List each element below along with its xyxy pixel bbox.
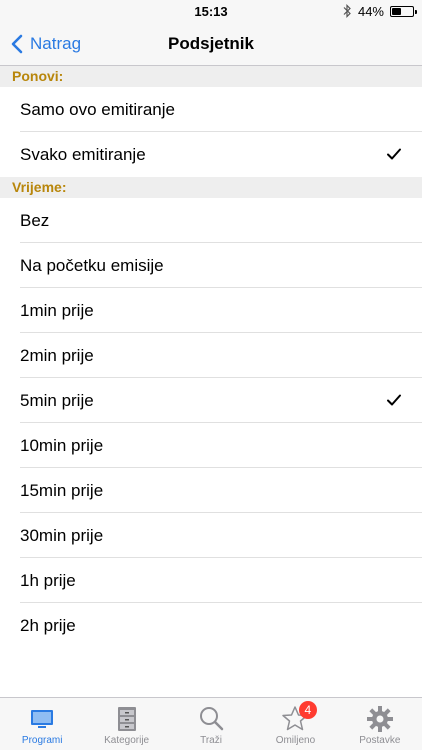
cabinet-icon bbox=[112, 704, 142, 734]
chevron-left-icon bbox=[11, 34, 23, 54]
tab-star[interactable]: Omiljeno 4 bbox=[253, 698, 337, 750]
option-label: Na početku emisije bbox=[20, 255, 164, 275]
option-label: Bez bbox=[20, 210, 50, 230]
section-header: Vrijeme: bbox=[0, 177, 422, 198]
option-label: 2h prije bbox=[20, 615, 76, 635]
back-button-label: Natrag bbox=[30, 34, 82, 53]
option-label: 2min prije bbox=[20, 345, 94, 365]
tab-search[interactable]: Traži bbox=[169, 698, 253, 750]
tv-icon bbox=[27, 704, 57, 734]
option-row[interactable]: Svako emitiranje bbox=[0, 132, 422, 177]
tab-tv[interactable]: Programi bbox=[0, 698, 84, 750]
option-row[interactable]: 10min prije bbox=[0, 423, 422, 468]
option-label: 30min prije bbox=[20, 525, 104, 545]
option-row[interactable]: Samo ovo emitiranje bbox=[0, 87, 422, 132]
option-label: 5min prije bbox=[20, 390, 94, 410]
option-row[interactable]: Na početku emisije bbox=[0, 243, 422, 288]
option-label: Svako emitiranje bbox=[20, 144, 146, 164]
option-label: Samo ovo emitiranje bbox=[20, 99, 175, 119]
option-row[interactable]: 2h prije bbox=[0, 603, 422, 648]
option-row[interactable]: 30min prije bbox=[0, 513, 422, 558]
option-row[interactable]: 15min prije bbox=[0, 468, 422, 513]
checkmark-icon bbox=[386, 392, 402, 408]
tab-label: Kategorije bbox=[104, 735, 150, 746]
option-label: 15min prije bbox=[20, 480, 104, 500]
tab-bar: Programi Kategorije Traži Omiljeno 4 Postavke bbox=[0, 697, 422, 750]
status-bar: 15:13 44% bbox=[0, 0, 422, 22]
search-icon bbox=[196, 704, 226, 734]
back-button[interactable]: Natrag bbox=[10, 32, 81, 56]
option-label: 10min prije bbox=[20, 435, 104, 455]
section-header: Ponovi: bbox=[0, 66, 422, 87]
battery-icon bbox=[390, 5, 417, 17]
tab-label: Programi bbox=[21, 735, 63, 746]
tab-label: Traži bbox=[200, 735, 222, 746]
option-label: 1h prije bbox=[20, 570, 76, 590]
tab-gear[interactable]: Postavke bbox=[338, 698, 422, 750]
option-row[interactable]: 5min prije bbox=[0, 378, 422, 423]
option-label: 1min prije bbox=[20, 300, 94, 320]
battery-percent: 44% bbox=[357, 3, 384, 19]
notification-badge: 4 bbox=[298, 701, 317, 719]
checkmark-icon bbox=[386, 146, 402, 162]
option-row[interactable]: 2min prije bbox=[0, 333, 422, 378]
status-indicators: 44% bbox=[342, 3, 417, 19]
settings-list: Ponovi: Samo ovo emitiranje Svako emitiran… bbox=[0, 66, 422, 697]
option-row[interactable]: Bez bbox=[0, 198, 422, 243]
gear-icon bbox=[365, 704, 395, 734]
tab-label: Omiljeno bbox=[275, 735, 316, 746]
option-row[interactable]: 1h prije bbox=[0, 558, 422, 603]
tab-cabinet[interactable]: Kategorije bbox=[84, 698, 168, 750]
option-row[interactable]: 1min prije bbox=[0, 288, 422, 333]
navigation-bar: Natrag Podsjetnik bbox=[0, 22, 422, 66]
tab-label: Postavke bbox=[359, 735, 401, 746]
bluetooth-icon bbox=[343, 4, 351, 18]
